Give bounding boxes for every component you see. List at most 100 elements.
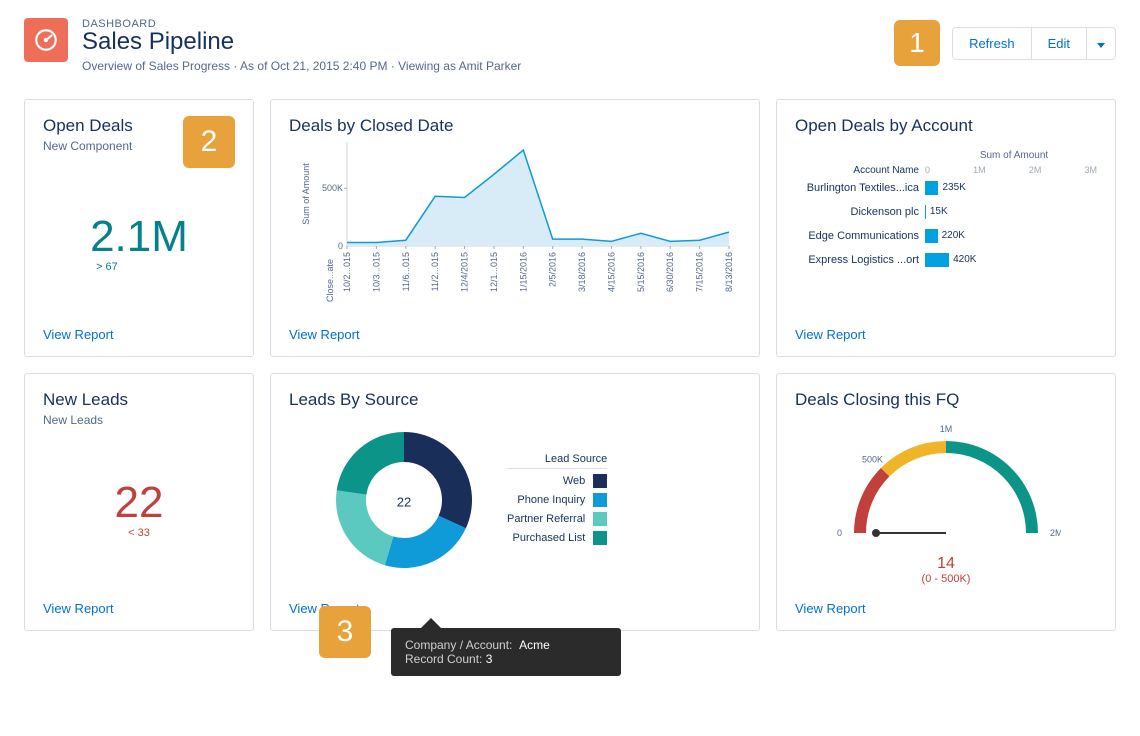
- edit-button[interactable]: Edit: [1032, 28, 1087, 59]
- area-chart: 0 500K 10/2...015 10/3...015 11/6...015 11/2.…: [289, 136, 741, 319]
- view-report-link[interactable]: View Report: [289, 327, 741, 342]
- bar-row-header: Account Name: [795, 165, 925, 176]
- svg-text:12/4/2015: 12/4/2015: [460, 252, 470, 292]
- card-title: Leads By Source: [289, 390, 741, 410]
- legend-row: Partner Referral: [507, 512, 607, 526]
- svg-text:2M: 2M: [1050, 528, 1061, 538]
- tooltip-key-1: Company / Account:: [405, 638, 512, 652]
- new-leads-threshold: < 33: [115, 527, 164, 539]
- card-deals-closing-fq: Deals Closing this FQ 0 500K 1M 2M 14 (0 - …: [776, 373, 1116, 631]
- chart-tooltip: Company / Account: Acme Record Count: 3: [391, 628, 621, 676]
- svg-text:4/15/2016: 4/15/2016: [606, 252, 616, 292]
- legend-label: Purchased List: [513, 532, 586, 544]
- donut-legend: Lead Source Web Phone Inquiry Partner Refe…: [507, 453, 607, 550]
- legend-label: Web: [563, 475, 585, 487]
- donut-center-value: 22: [397, 494, 411, 509]
- page-header: DASHBOARD Sales Pipeline Overview of Sal…: [0, 0, 1140, 87]
- metric-body: 22 < 33: [43, 427, 235, 593]
- legend-title: Lead Source: [507, 453, 607, 469]
- legend-row: Purchased List: [507, 531, 607, 545]
- bar-axis-title: Sum of Amount: [931, 150, 1097, 161]
- svg-text:8/13/2016: 8/13/2016: [724, 252, 734, 292]
- new-leads-value: 22: [115, 481, 164, 525]
- card-subtitle: New Component: [43, 139, 133, 153]
- legend-label: Partner Referral: [507, 513, 585, 525]
- svg-text:6/30/2016: 6/30/2016: [665, 252, 675, 292]
- open-deals-value: 2.1M: [90, 215, 188, 259]
- gauge-chart: 0 500K 1M 2M 14 (0 - 500K): [795, 410, 1097, 593]
- tooltip-val-1: Acme: [519, 638, 550, 652]
- bar-row: Express Logistics ...ort 420K: [795, 248, 1097, 272]
- svg-text:5/15/2016: 5/15/2016: [636, 252, 646, 292]
- title-block: DASHBOARD Sales Pipeline Overview of Sal…: [82, 18, 894, 73]
- bar-row: Burlington Textiles...ica 235K: [795, 176, 1097, 200]
- metric-body: 2.1M > 67: [43, 168, 235, 319]
- card-subtitle: New Leads: [43, 413, 235, 427]
- callout-1: 1: [894, 20, 940, 66]
- card-title: Open Deals: [43, 116, 133, 136]
- bar-track: 15K: [925, 205, 1097, 219]
- card-deals-by-closed-date: Deals by Closed Date 0 500K 10/2...015 10/3…: [270, 99, 760, 357]
- legend-row: Phone Inquiry: [507, 493, 607, 507]
- svg-text:7/15/2016: 7/15/2016: [695, 252, 705, 292]
- view-report-link[interactable]: View Report: [43, 601, 235, 616]
- view-report-link[interactable]: View Report: [795, 601, 1097, 616]
- svg-text:1M: 1M: [940, 424, 953, 434]
- svg-text:0: 0: [837, 528, 842, 538]
- svg-text:10/3...015: 10/3...015: [371, 252, 381, 292]
- gauge-value: 14: [831, 555, 1061, 573]
- svg-text:10/2...015: 10/2...015: [342, 252, 352, 292]
- callout-3: 3: [319, 606, 371, 658]
- card-title: Open Deals by Account: [795, 116, 1097, 136]
- card-open-deals: Open Deals New Component 2 2.1M > 67 Vie…: [24, 99, 254, 357]
- legend-swatch: [593, 474, 607, 488]
- svg-text:11/6...015: 11/6...015: [401, 252, 411, 291]
- card-title: Deals by Closed Date: [289, 116, 741, 136]
- card-title: New Leads: [43, 390, 235, 410]
- svg-text:11/2...015: 11/2...015: [430, 252, 440, 291]
- svg-text:500K: 500K: [862, 454, 883, 464]
- caret-down-icon: [1097, 43, 1105, 48]
- tooltip-val-2: 3: [486, 652, 493, 666]
- view-report-link[interactable]: View Report: [795, 327, 1097, 342]
- tooltip-key-2: Record Count:: [405, 652, 482, 666]
- refresh-button[interactable]: Refresh: [953, 28, 1032, 59]
- card-new-leads: New Leads New Leads 22 < 33 View Report: [24, 373, 254, 631]
- bar-row: Dickenson plc 15K: [795, 200, 1097, 224]
- view-report-link[interactable]: View Report: [43, 327, 235, 342]
- dashboard-icon: [24, 18, 68, 62]
- bar-label: Dickenson plc: [795, 206, 925, 218]
- svg-text:Close...ate: Close...ate: [325, 259, 335, 302]
- legend-swatch: [593, 493, 607, 507]
- svg-text:0: 0: [338, 241, 343, 251]
- legend-row: Web: [507, 474, 607, 488]
- bar-chart: Sum of Amount Account Name 01M2M3M Burli…: [795, 136, 1097, 319]
- page-subtitle: Overview of Sales Progress · As of Oct 2…: [82, 59, 894, 73]
- legend-swatch: [593, 512, 607, 526]
- legend-swatch: [593, 531, 607, 545]
- page-title: Sales Pipeline: [82, 28, 894, 56]
- action-button-group: Refresh Edit: [952, 27, 1116, 60]
- card-title: Deals Closing this FQ: [795, 390, 1097, 410]
- bar-track: 220K: [925, 229, 1097, 243]
- bar-row: Edge Communications 220K: [795, 224, 1097, 248]
- svg-text:3/18/2016: 3/18/2016: [577, 252, 587, 292]
- svg-text:2/5/2016: 2/5/2016: [548, 252, 558, 287]
- svg-text:1/15/2016: 1/15/2016: [518, 252, 528, 292]
- more-actions-button[interactable]: [1087, 28, 1115, 59]
- svg-text:500K: 500K: [322, 183, 343, 193]
- bar-label: Burlington Textiles...ica: [795, 182, 925, 194]
- svg-text:12/1...015: 12/1...015: [489, 252, 499, 292]
- gauge-range: (0 - 500K): [831, 573, 1061, 585]
- card-open-deals-by-account: Open Deals by Account Sum of Amount Acco…: [776, 99, 1116, 357]
- bar-label: Express Logistics ...ort: [795, 254, 925, 266]
- dashboard-grid: Open Deals New Component 2 2.1M > 67 Vie…: [0, 87, 1140, 643]
- callout-2: 2: [183, 116, 235, 168]
- header-actions: 1 Refresh Edit: [894, 20, 1116, 66]
- card-leads-by-source: Leads By Source 22 Lead Source Web Phone …: [270, 373, 760, 631]
- bar-track: 235K: [925, 181, 1097, 195]
- bar-track: 420K: [925, 253, 1097, 267]
- bar-label: Edge Communications: [795, 230, 925, 242]
- open-deals-threshold: > 67: [90, 261, 188, 273]
- svg-text:Sum of Amount: Sum of Amount: [301, 163, 311, 225]
